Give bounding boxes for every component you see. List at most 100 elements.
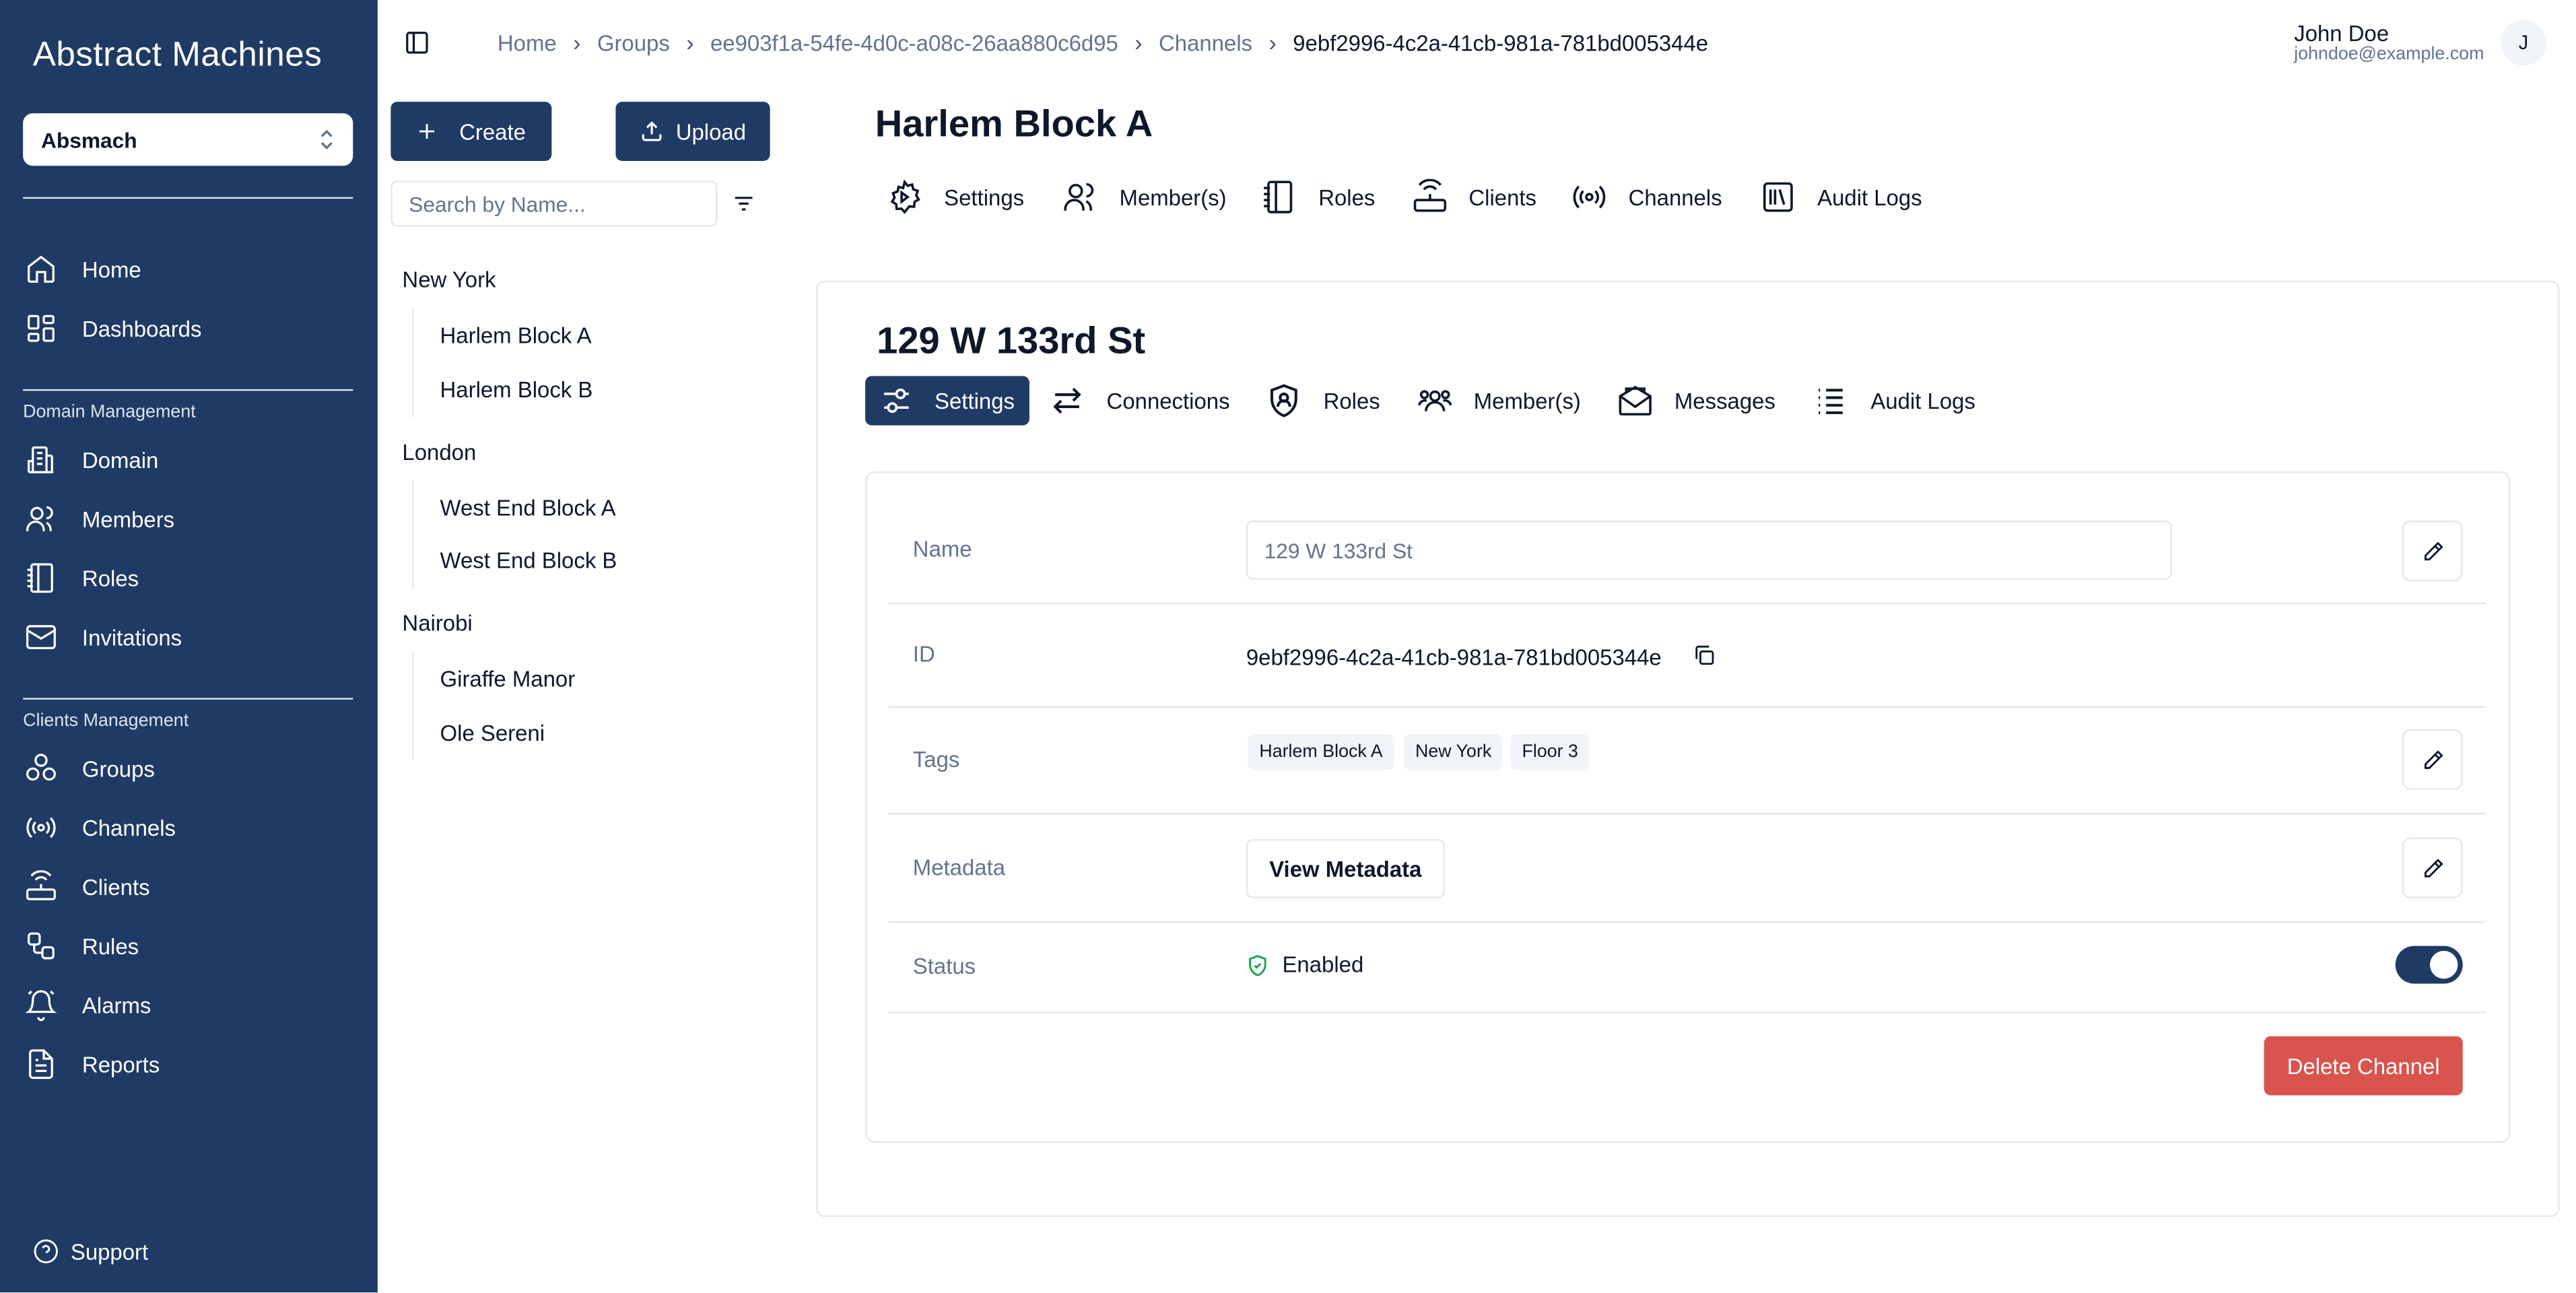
tree-child-item[interactable]: West End Block B — [440, 548, 617, 573]
sidebar-item-label: Dashboards — [81, 316, 202, 341]
name-label: Name — [912, 537, 972, 562]
tab-group-audit-logs[interactable]: Audit Logs — [1745, 172, 1937, 222]
users-icon — [1062, 179, 1098, 216]
toggle-knob — [2429, 950, 2458, 979]
status-toggle[interactable] — [2395, 946, 2463, 984]
user-menu[interactable]: John Doe johndoe@example.com — [2294, 22, 2484, 64]
tab-channel-connections[interactable]: Connections — [1034, 376, 1244, 425]
sidebar-item-label: Rules — [81, 933, 139, 958]
tab-group-roles[interactable]: Roles — [1246, 172, 1390, 222]
filter-icon[interactable] — [733, 192, 755, 215]
sliders-icon — [880, 383, 913, 419]
sidebar-item-label: Clients — [81, 874, 150, 900]
breadcrumb-home[interactable]: Home — [498, 30, 557, 55]
breadcrumb-channels[interactable]: Channels — [1159, 30, 1252, 55]
top-bar: Home › Groups › ee903f1a-54fe-4d0c-a08c-… — [378, 0, 2576, 86]
tree-node-nairobi[interactable]: Nairobi — [402, 611, 472, 636]
row-divider — [888, 921, 2486, 923]
delete-channel-button[interactable]: Delete Channel — [2264, 1036, 2463, 1096]
sidebar-toggle-icon[interactable] — [404, 30, 430, 56]
sidebar-heading-domain: Domain Management — [23, 402, 196, 422]
tree-node-new-york[interactable]: New York — [402, 267, 496, 292]
sidebar-divider — [23, 197, 353, 199]
support-link[interactable]: Support — [33, 1238, 148, 1265]
sidebar-item-clients[interactable]: Clients — [23, 862, 351, 911]
row-divider — [888, 813, 2486, 815]
chevron-right-icon: › — [1268, 29, 1277, 56]
row-divider — [888, 706, 2486, 708]
tab-channel-messages[interactable]: Messages — [1602, 376, 1790, 425]
user-name: John Doe — [2294, 21, 2389, 46]
sidebar-item-reports[interactable]: Reports — [23, 1040, 351, 1089]
sidebar-item-invitations[interactable]: Invitations — [23, 613, 351, 662]
tree-line — [412, 652, 414, 761]
edit-name-button[interactable] — [2402, 521, 2463, 582]
sidebar-item-home[interactable]: Home — [23, 244, 351, 294]
tree-child-item[interactable]: Harlem Block A — [440, 323, 592, 348]
sidebar-item-dashboards[interactable]: Dashboards — [23, 304, 351, 353]
tab-channel-members[interactable]: Member(s) — [1401, 376, 1595, 425]
upload-icon — [640, 120, 663, 143]
tree-line — [412, 481, 414, 590]
group-tabs: Settings Member(s) Roles Clients Channel… — [872, 172, 1937, 222]
tab-label: Messages — [1674, 388, 1775, 413]
tree-child-item[interactable]: West End Block A — [440, 496, 616, 521]
chevron-right-icon: › — [1134, 29, 1143, 56]
tab-label: Member(s) — [1473, 388, 1581, 413]
sidebar-item-label: Channels — [81, 815, 176, 840]
radio-icon — [23, 809, 59, 846]
radio-icon — [1571, 179, 1607, 216]
app-logo: Abstract Machines — [32, 36, 323, 74]
upload-button[interactable]: Upload — [615, 102, 770, 161]
tag-badge: New York — [1403, 734, 1503, 770]
sidebar-item-channels[interactable]: Channels — [23, 803, 351, 852]
create-button[interactable]: Create — [391, 102, 552, 161]
search-input[interactable]: Search by Name... — [391, 180, 718, 227]
sidebar-item-rules[interactable]: Rules — [23, 921, 351, 970]
tree-node-london[interactable]: London — [402, 440, 476, 465]
sidebar-item-roles[interactable]: Roles — [23, 554, 351, 603]
domain-select[interactable]: Absmach — [23, 113, 353, 166]
tab-group-settings[interactable]: Settings — [872, 172, 1039, 222]
workflow-icon — [23, 928, 59, 964]
view-metadata-button[interactable]: View Metadata — [1246, 839, 1445, 898]
breadcrumb: Home › Groups › ee903f1a-54fe-4d0c-a08c-… — [498, 30, 1708, 56]
sidebar-item-groups[interactable]: Groups — [23, 744, 351, 793]
breadcrumb-group-id[interactable]: ee903f1a-54fe-4d0c-a08c-26aa880c6d95 — [710, 30, 1118, 55]
building-icon — [23, 442, 59, 478]
chevron-right-icon: › — [573, 29, 581, 56]
tree-child-item[interactable]: Ole Sereni — [440, 721, 545, 746]
create-label: Create — [459, 119, 526, 144]
home-icon — [23, 251, 59, 288]
library-icon — [1760, 179, 1796, 216]
groups-icon — [23, 750, 59, 787]
pencil-icon — [2421, 748, 2444, 771]
tab-group-channels[interactable]: Channels — [1556, 172, 1736, 222]
copy-icon[interactable] — [1693, 644, 1716, 667]
sidebar-item-alarms[interactable]: Alarms — [23, 981, 351, 1030]
sidebar-divider — [23, 698, 353, 700]
sidebar-item-label: Groups — [81, 756, 155, 781]
notebook-icon — [1261, 179, 1297, 216]
edit-metadata-button[interactable] — [2402, 837, 2463, 898]
pencil-icon — [2421, 539, 2444, 562]
pencil-icon — [2421, 857, 2444, 880]
tab-label: Member(s) — [1119, 185, 1227, 209]
name-field[interactable]: 129 W 133rd St — [1246, 521, 2173, 580]
sidebar-item-domain[interactable]: Domain — [23, 435, 351, 484]
tree-child-item[interactable]: Giraffe Manor — [440, 667, 576, 692]
tab-channel-audit-logs[interactable]: Audit Logs — [1798, 376, 1990, 425]
tab-group-clients[interactable]: Clients — [1396, 172, 1551, 222]
tab-label: Settings — [944, 185, 1025, 209]
tab-channel-settings[interactable]: Settings — [865, 376, 1029, 426]
breadcrumb-groups[interactable]: Groups — [597, 30, 670, 55]
tab-group-members[interactable]: Member(s) — [1047, 172, 1241, 222]
tree-child-item[interactable]: Harlem Block B — [440, 378, 593, 403]
avatar[interactable]: J — [2500, 20, 2547, 66]
tab-channel-roles[interactable]: Roles — [1251, 376, 1394, 425]
sidebar-item-members[interactable]: Members — [23, 494, 351, 543]
sidebar-item-label: Roles — [81, 566, 139, 591]
tab-label: Settings — [935, 388, 1015, 413]
channel-title: 129 W 133rd St — [877, 319, 1146, 362]
edit-tags-button[interactable] — [2402, 729, 2463, 790]
